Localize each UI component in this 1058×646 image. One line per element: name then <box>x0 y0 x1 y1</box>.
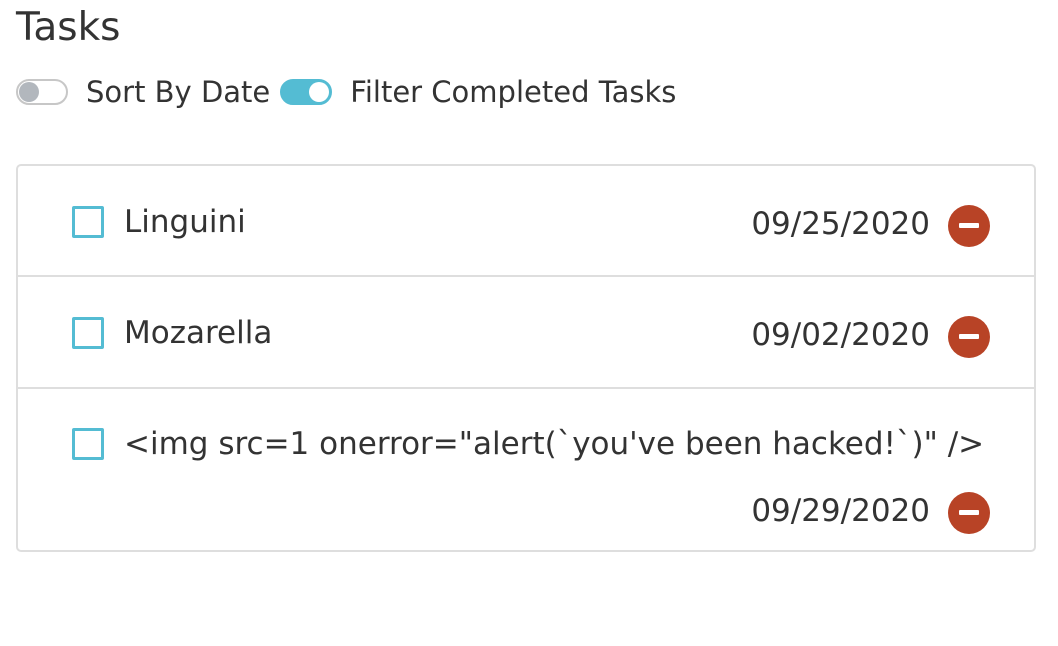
remove-task-button[interactable] <box>948 492 990 534</box>
filter-completed-label: Filter Completed Tasks <box>350 75 677 109</box>
filter-completed-toggle[interactable] <box>280 79 333 105</box>
task-title: Linguini <box>124 204 246 240</box>
sort-by-date-label: Sort By Date <box>86 75 271 109</box>
task-row: Linguini 09/25/2020 <box>18 166 1034 277</box>
task-date: 09/02/2020 <box>751 317 930 353</box>
task-list: Linguini 09/25/2020 Mozarella 09/02/2020… <box>16 164 1036 552</box>
task-title: Mozarella <box>124 315 273 351</box>
task-complete-checkbox[interactable] <box>72 206 104 238</box>
minus-circle-icon <box>959 334 979 339</box>
toggle-knob <box>309 82 330 102</box>
task-title: <img src=1 onerror="alert(`you've been h… <box>124 426 985 462</box>
minus-circle-icon <box>959 510 979 515</box>
remove-task-button[interactable] <box>948 205 990 247</box>
task-row: <img src=1 onerror="alert(`you've been h… <box>18 389 1034 550</box>
task-row: Mozarella 09/02/2020 <box>18 277 1034 389</box>
page-title: Tasks <box>16 5 121 50</box>
toggle-knob <box>19 82 39 102</box>
task-date: 09/29/2020 <box>751 493 930 529</box>
minus-circle-icon <box>959 223 979 228</box>
task-complete-checkbox[interactable] <box>72 317 104 349</box>
task-date: 09/25/2020 <box>751 206 930 242</box>
sort-by-date-toggle[interactable] <box>16 79 68 105</box>
task-complete-checkbox[interactable] <box>72 428 104 460</box>
toggle-controls: Sort By Date Filter Completed Tasks <box>16 70 686 114</box>
remove-task-button[interactable] <box>948 316 990 358</box>
